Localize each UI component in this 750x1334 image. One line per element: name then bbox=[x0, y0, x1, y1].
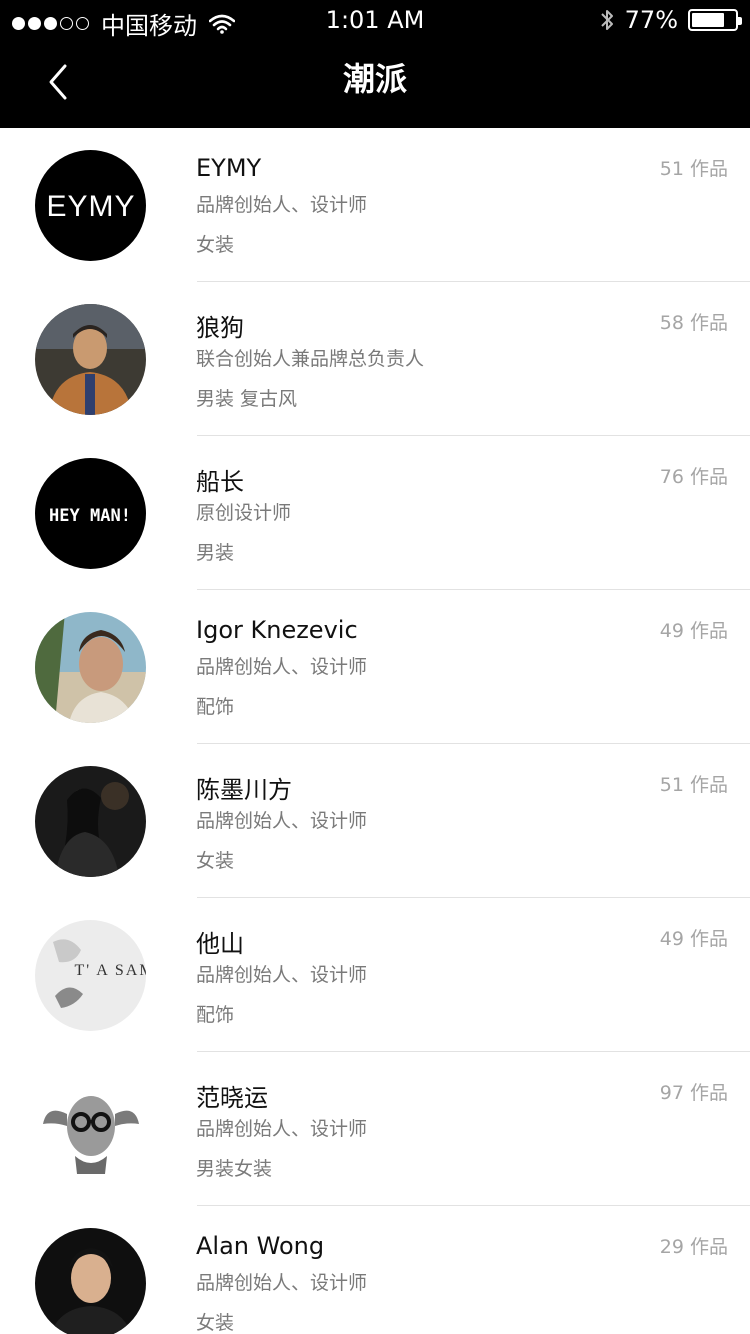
works-count: 29 作品 bbox=[659, 1236, 728, 1258]
designer-tags: 男装女装 bbox=[196, 1158, 273, 1180]
designer-tags: 女装 bbox=[196, 850, 235, 872]
battery-icon bbox=[688, 9, 742, 31]
designer-name: 狼狗 bbox=[196, 314, 244, 342]
avatar[interactable] bbox=[35, 1228, 146, 1334]
avatar[interactable] bbox=[35, 612, 146, 723]
designer-name: EYMY bbox=[196, 154, 262, 182]
works-count: 58 作品 bbox=[659, 312, 728, 334]
avatar[interactable] bbox=[35, 1074, 146, 1185]
designer-role: 品牌创始人、设计师 bbox=[196, 1118, 368, 1140]
designer-tags: 配饰 bbox=[196, 1004, 235, 1026]
designer-role: 品牌创始人、设计师 bbox=[196, 964, 368, 986]
avatar[interactable]: EYMY bbox=[35, 150, 146, 261]
works-count: 49 作品 bbox=[659, 928, 728, 950]
designer-name: Igor Knezevic bbox=[196, 616, 358, 644]
designer-name: 他山 bbox=[196, 930, 244, 958]
works-count: 97 作品 bbox=[659, 1082, 728, 1104]
designer-row[interactable]: HEY MAN! 船长 原创设计师 男装 76 作品 bbox=[0, 436, 750, 590]
avatar-logo-text: HEY MAN! bbox=[49, 506, 131, 526]
designer-list: EYMY EYMY 品牌创始人、设计师 女装 51 作品 狼狗 联合创始人兼品牌… bbox=[0, 128, 750, 1334]
works-count: 76 作品 bbox=[659, 466, 728, 488]
avatar-logo-text: EYMY bbox=[46, 190, 135, 223]
designer-name: Alan Wong bbox=[196, 1232, 325, 1260]
status-bar: 中国移动 1:01 AM 77% bbox=[0, 0, 750, 40]
designer-name: 船长 bbox=[196, 468, 244, 496]
designer-row[interactable]: 范晓运 品牌创始人、设计师 男装女装 97 作品 bbox=[0, 1052, 750, 1206]
designer-tags: 女装 bbox=[196, 234, 235, 256]
designer-role: 品牌创始人、设计师 bbox=[196, 810, 368, 832]
bluetooth-icon bbox=[600, 10, 613, 30]
designer-name: 范晓运 bbox=[196, 1084, 268, 1112]
designer-row[interactable]: Igor Knezevic 品牌创始人、设计师 配饰 49 作品 bbox=[0, 590, 750, 744]
battery-tip bbox=[738, 17, 742, 25]
designer-role: 品牌创始人、设计师 bbox=[196, 656, 368, 678]
battery-percent: 77% bbox=[624, 6, 678, 34]
nav-bar: 潮派 bbox=[0, 40, 750, 128]
designer-role: 品牌创始人、设计师 bbox=[196, 1272, 368, 1294]
avatar[interactable] bbox=[35, 304, 146, 415]
designer-row[interactable]: Alan Wong 品牌创始人、设计师 女装 29 作品 bbox=[0, 1206, 750, 1334]
designer-tags: 男装 复古风 bbox=[196, 388, 298, 410]
battery-fill bbox=[692, 13, 725, 27]
designer-row[interactable]: T' A SAM 他山 品牌创始人、设计师 配饰 49 作品 bbox=[0, 898, 750, 1052]
avatar[interactable] bbox=[35, 766, 146, 877]
designer-tags: 男装 bbox=[196, 542, 235, 564]
designer-row[interactable]: EYMY EYMY 品牌创始人、设计师 女装 51 作品 bbox=[0, 128, 750, 282]
designer-role: 原创设计师 bbox=[196, 502, 292, 524]
avatar-logo-text: T' A SAM bbox=[74, 962, 146, 979]
designer-name: 陈墨川方 bbox=[196, 776, 292, 804]
status-right: 77% bbox=[599, 6, 742, 34]
designer-tags: 女装 bbox=[196, 1312, 235, 1334]
page-title: 潮派 bbox=[342, 60, 407, 98]
avatar[interactable]: HEY MAN! bbox=[35, 458, 146, 569]
designer-role: 品牌创始人、设计师 bbox=[196, 194, 368, 216]
designer-role: 联合创始人兼品牌总负责人 bbox=[196, 348, 425, 370]
designer-row[interactable]: 陈墨川方 品牌创始人、设计师 女装 51 作品 bbox=[0, 744, 750, 898]
designer-tags: 配饰 bbox=[196, 696, 235, 718]
works-count: 51 作品 bbox=[659, 774, 728, 796]
designer-row[interactable]: 狼狗 联合创始人兼品牌总负责人 男装 复古风 58 作品 bbox=[0, 282, 750, 436]
works-count: 51 作品 bbox=[659, 158, 728, 180]
avatar[interactable]: T' A SAM bbox=[35, 920, 146, 1031]
works-count: 49 作品 bbox=[659, 620, 728, 642]
